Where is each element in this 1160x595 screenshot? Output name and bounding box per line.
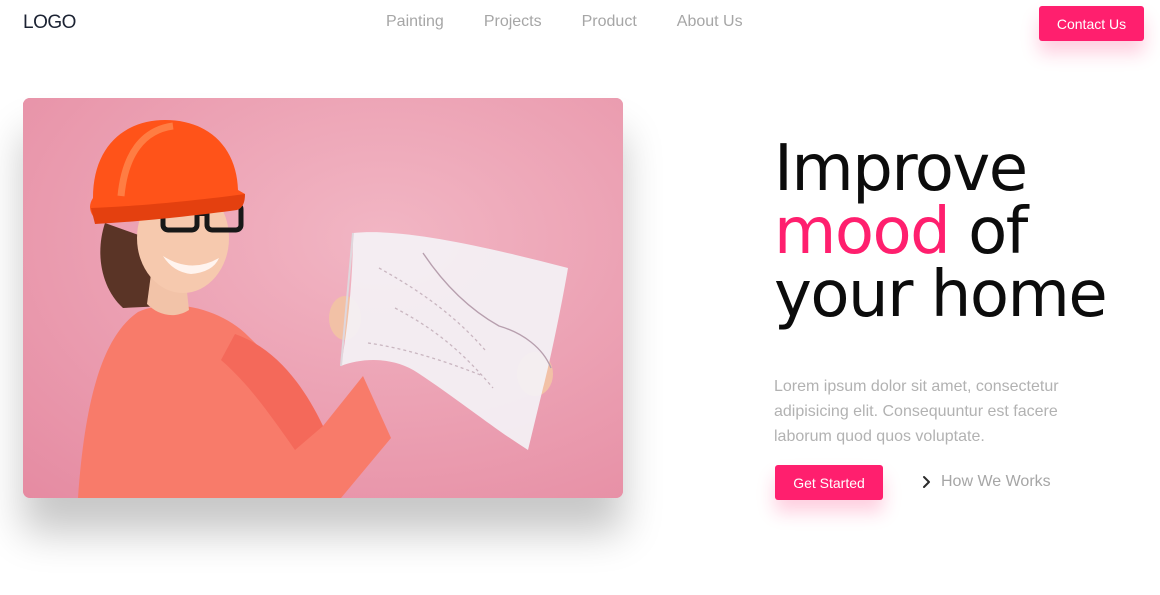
nav-link-painting[interactable]: Painting xyxy=(386,13,444,31)
nav-link-projects[interactable]: Projects xyxy=(484,13,542,31)
hero-headline: Improve mood of your home xyxy=(774,137,1154,327)
nav-link-about-us[interactable]: About Us xyxy=(677,13,743,31)
get-started-button[interactable]: Get Started xyxy=(775,465,883,500)
headline-line-3: your home xyxy=(774,258,1108,332)
logo[interactable]: LOGO xyxy=(23,12,76,34)
how-we-works-label: How We Works xyxy=(941,473,1051,490)
hero-lead-text: Lorem ipsum dolor sit amet, consectetur … xyxy=(774,378,1059,445)
contact-us-button[interactable]: Contact Us xyxy=(1039,6,1144,41)
how-we-works-link[interactable]: How We Works xyxy=(921,473,1051,491)
hero-illustration xyxy=(23,98,623,498)
nav-link-product[interactable]: Product xyxy=(582,13,637,31)
main-nav: Painting Projects Product About Us xyxy=(386,13,783,31)
hero-image xyxy=(23,98,623,498)
chevron-right-icon xyxy=(923,476,930,488)
navbar: LOGO Painting Projects Product About Us … xyxy=(0,0,1160,46)
